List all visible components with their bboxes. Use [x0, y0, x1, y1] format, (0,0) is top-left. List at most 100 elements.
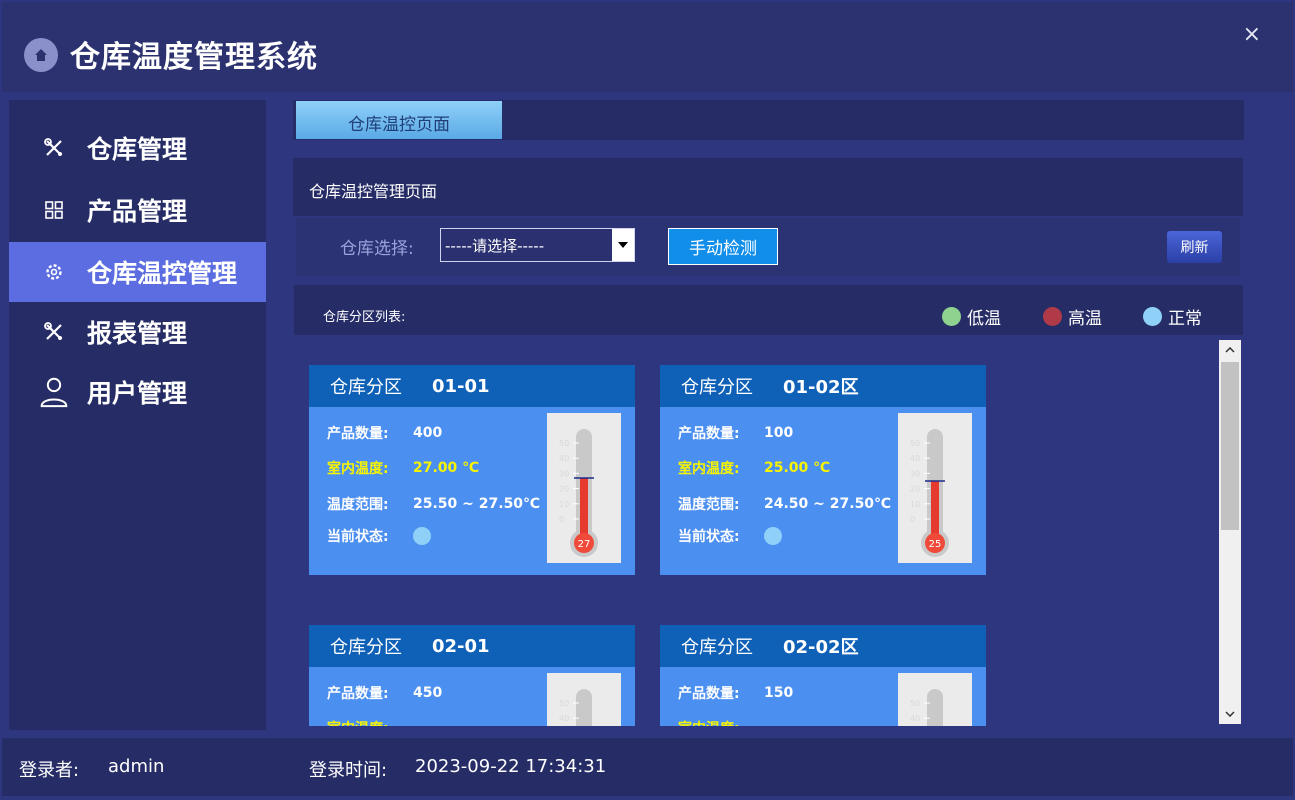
temp-row: 室内温度: 25.00 ℃ — [678, 458, 830, 478]
manual-detect-button[interactable]: 手动检测 — [668, 228, 778, 265]
scale-label: 50 — [910, 699, 920, 708]
zone-card[interactable]: 仓库分区 02-02区 产品数量:150 室内温度: 50403020100 — [660, 625, 986, 726]
scale-label: 10 — [910, 500, 920, 509]
qty-label: 产品数量: — [327, 686, 389, 702]
sidebar-item-users[interactable]: 用户管理 — [9, 362, 266, 422]
chevron-down-icon[interactable] — [612, 229, 634, 261]
zone-list-header: 仓库分区列表: 低温 高温 正常 — [294, 285, 1243, 335]
legend-label: 低温 — [967, 309, 1001, 329]
legend-dot-icon — [942, 307, 961, 326]
zone-id: 02-01 — [432, 635, 490, 657]
legend-label: 高温 — [1068, 309, 1102, 329]
user-icon — [39, 377, 69, 408]
qty-value: 150 — [764, 685, 794, 701]
scale-label: 0 — [910, 515, 915, 524]
legend-dot-icon — [1143, 307, 1162, 326]
warehouse-select-value: -----请选择----- — [445, 236, 545, 255]
temp-value: 25.00 ℃ — [764, 460, 831, 476]
sidebar: 仓库管理 产品管理 仓库温控管理 报表管理 用户管理 — [9, 100, 266, 730]
thermometer: 50403020100 — [898, 673, 972, 726]
filter-bar: 仓库选择: -----请选择----- 手动检测 刷新 — [296, 218, 1240, 276]
thermometer-icon: 50 40 30 20 10 0 25 — [910, 429, 949, 557]
thermometer-icon: 50 40 30 20 10 0 27 — [559, 429, 598, 557]
zone-card[interactable]: 仓库分区 01-01 产品数量: 400 室内温度: 27.00 ℃ 温度范围: 25… — [309, 365, 635, 575]
range-label: 温度范围: — [678, 497, 740, 513]
bulb-value: 27 — [578, 539, 591, 550]
sidebar-item-temp-control[interactable]: 仓库温控管理 — [9, 242, 266, 302]
sidebar-item-label: 报表管理 — [87, 319, 188, 348]
tab-strip: 仓库温控页面 — [293, 100, 1244, 140]
sidebar-item-label: 仓库温控管理 — [87, 259, 238, 288]
close-button[interactable]: × — [1243, 22, 1261, 47]
temp-label: 室内温度: — [678, 461, 740, 477]
sidebar-item-label: 仓库管理 — [87, 135, 188, 164]
sidebar-item-reports[interactable]: 报表管理 — [9, 302, 266, 362]
sidebar-item-warehouse[interactable]: 仓库管理 — [9, 118, 266, 178]
scale-label: 40 — [910, 714, 920, 723]
range-value: 24.50 ~ 27.50℃ — [764, 496, 891, 512]
zone-card-header: 仓库分区 02-01 — [309, 625, 635, 667]
temp-row: 室内温度: — [327, 718, 413, 726]
thermometer-icon: 50403020100 — [910, 689, 943, 726]
zone-label: 仓库分区 — [681, 377, 753, 398]
card-list-scrollbar[interactable] — [1219, 340, 1241, 724]
login-time: 2023-09-22 17:34:31 — [415, 756, 607, 777]
scale-label: 40 — [559, 714, 569, 723]
refresh-button[interactable]: 刷新 — [1167, 231, 1222, 263]
scale-label: 50 — [559, 699, 569, 708]
temp-row: 室内温度: 27.00 ℃ — [327, 458, 479, 478]
sidebar-item-label: 产品管理 — [87, 197, 188, 226]
qty-row: 产品数量: 100 — [678, 423, 793, 443]
zone-card[interactable]: 仓库分区 02-01 产品数量:450 室内温度: 50403020100 — [309, 625, 635, 726]
status-row: 当前状态: — [327, 526, 431, 546]
legend-dot-icon — [1043, 307, 1062, 326]
zone-card-list[interactable]: 仓库分区 01-01 产品数量: 400 室内温度: 27.00 ℃ 温度范围: 25… — [293, 338, 1243, 726]
legend-normal: 正常 — [1143, 304, 1202, 329]
scroll-down-icon[interactable] — [1219, 704, 1241, 724]
home-icon[interactable] — [24, 38, 58, 72]
tools-icon — [39, 317, 69, 347]
thermometer: 50 40 30 20 10 0 27 — [547, 413, 621, 563]
status-row: 当前状态: — [678, 526, 782, 546]
warehouse-select[interactable]: -----请选择----- — [440, 228, 635, 262]
thermometer: 50 40 30 20 10 0 25 — [898, 413, 972, 563]
sidebar-item-products[interactable]: 产品管理 — [9, 180, 266, 240]
scale-label: 0 — [559, 515, 564, 524]
thermometer-tube — [927, 689, 943, 726]
zone-list-title: 仓库分区列表: — [323, 310, 406, 325]
login-user-label: 登录者: — [19, 760, 80, 781]
qty-value: 450 — [413, 685, 443, 701]
scale-label: 40 — [910, 454, 920, 463]
thermometer: 50403020100 — [547, 673, 621, 726]
legend-low-temp: 低温 — [942, 304, 1001, 329]
zone-label: 仓库分区 — [330, 377, 402, 398]
thermometer-icon: 50403020100 — [559, 689, 592, 726]
scale-label: 50 — [910, 439, 920, 448]
scroll-thumb[interactable] — [1221, 362, 1239, 530]
scale-label: 20 — [559, 485, 569, 494]
range-row: 温度范围: 25.50 ~ 27.50℃ — [327, 494, 540, 514]
tab-temp-control-page[interactable]: 仓库温控页面 — [296, 101, 502, 139]
login-user: admin — [108, 756, 165, 777]
qty-label: 产品数量: — [678, 686, 740, 702]
bulb-value: 25 — [929, 539, 942, 550]
zone-id: 02-02区 — [783, 637, 859, 658]
qty-row: 产品数量: 150 — [678, 683, 793, 703]
zone-card[interactable]: 仓库分区 01-02区 产品数量: 100 室内温度: 25.00 ℃ 温度范围: 2… — [660, 365, 986, 575]
range-value: 25.50 ~ 27.50℃ — [413, 496, 540, 512]
sidebar-item-label: 用户管理 — [87, 379, 188, 408]
scale-label: 50 — [559, 439, 569, 448]
grid-icon — [39, 195, 69, 225]
temp-label: 室内温度: — [678, 718, 764, 726]
scale-label: 40 — [559, 454, 569, 463]
tools-icon — [39, 133, 69, 163]
scroll-up-icon[interactable] — [1219, 340, 1241, 360]
status-label: 当前状态: — [327, 529, 389, 545]
temp-value: 27.00 ℃ — [413, 460, 480, 476]
temp-row: 室内温度: — [678, 718, 764, 726]
range-row: 温度范围: 24.50 ~ 27.50℃ — [678, 494, 891, 514]
zone-id: 01-02区 — [783, 377, 859, 398]
scale-label: 30 — [559, 469, 569, 478]
zone-card-header: 仓库分区 02-02区 — [660, 625, 986, 667]
qty-value: 100 — [764, 425, 794, 441]
